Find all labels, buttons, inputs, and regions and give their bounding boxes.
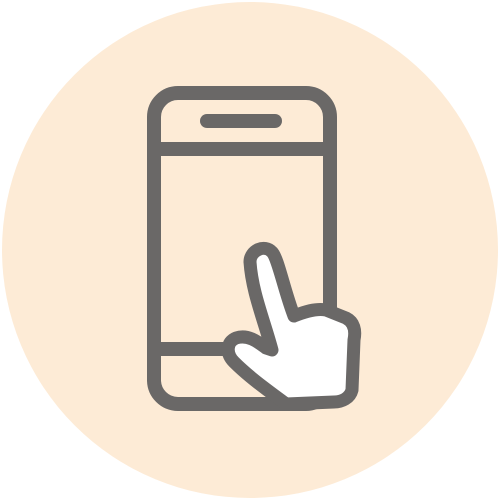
smartphone-touch-icon	[2, 2, 498, 498]
icon-canvas	[0, 0, 500, 500]
